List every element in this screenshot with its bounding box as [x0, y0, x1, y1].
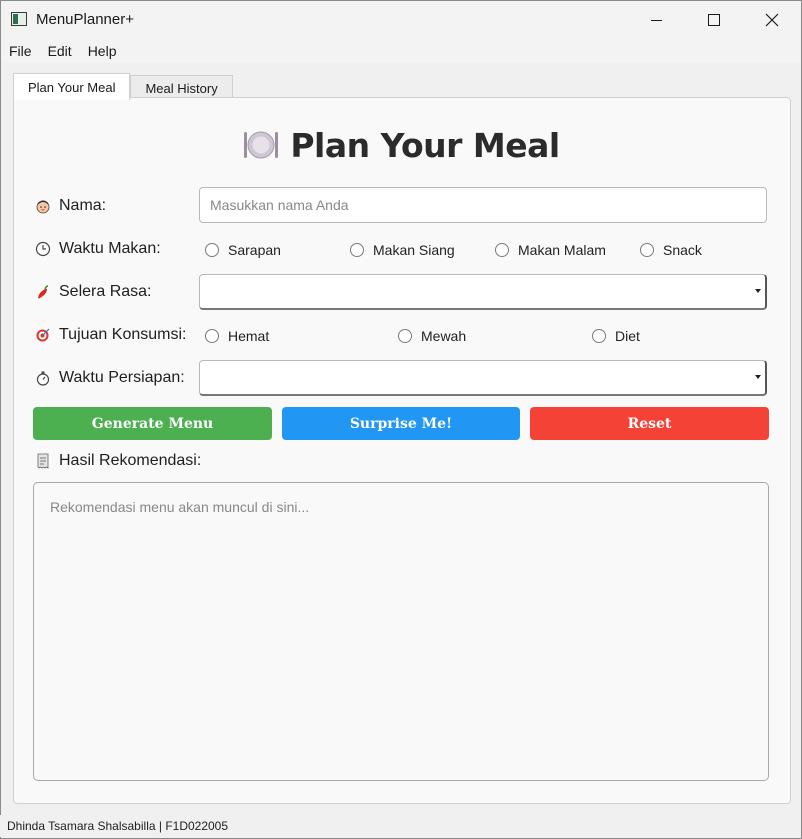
chili-pepper-icon — [35, 284, 51, 300]
page-title: Plan Your Meal — [0, 126, 802, 169]
radio-makan-siang[interactable]: Makan Siang — [350, 242, 455, 258]
radio-mewah[interactable]: Mewah — [398, 328, 466, 344]
maximize-icon — [708, 14, 720, 26]
chevron-down-icon — [755, 375, 761, 379]
waktu-persiapan-label-row: Waktu Persiapan: — [35, 369, 185, 387]
radio-indicator — [350, 243, 364, 257]
chevron-down-icon — [755, 289, 761, 293]
maximize-button[interactable] — [685, 1, 743, 39]
radio-indicator — [398, 329, 412, 343]
tab-bar: Plan Your Meal Meal History — [13, 73, 233, 100]
reset-button[interactable]: Reset — [530, 407, 769, 440]
radio-label: Makan Malam — [518, 242, 606, 258]
minimize-button[interactable] — [627, 1, 685, 39]
radio-label: Sarapan — [228, 242, 281, 258]
hasil-label: Hasil Rekomendasi: — [59, 452, 202, 469]
radio-indicator — [205, 329, 219, 343]
radio-label: Mewah — [421, 328, 467, 344]
selera-rasa-label-row: Selera Rasa: — [35, 283, 152, 301]
tujuan-konsumsi-label: Tujuan Konsumsi: — [59, 326, 187, 343]
status-bar: Dhinda Tsamara Shalsabilla | F1D022005 — [0, 815, 800, 837]
menu-edit[interactable]: Edit — [40, 43, 80, 59]
app-icon — [11, 12, 27, 26]
radio-indicator — [592, 329, 606, 343]
hasil-rekomendasi-textarea[interactable]: Rekomendasi menu akan muncul di sini... — [33, 482, 769, 781]
person-face-icon — [35, 198, 51, 214]
radio-indicator — [205, 243, 219, 257]
menu-file[interactable]: File — [1, 43, 40, 59]
waktu-makan-label-row: Waktu Makan: — [35, 240, 161, 258]
selera-rasa-label: Selera Rasa: — [59, 283, 152, 300]
window-title: MenuPlanner+ — [36, 11, 134, 28]
hasil-label-row: Hasil Rekomendasi: — [35, 452, 201, 470]
nama-label: Nama: — [59, 197, 107, 214]
minimize-icon — [650, 19, 662, 21]
nama-placeholder: Masukkan nama Anda — [210, 197, 349, 213]
radio-label: Snack — [663, 242, 702, 258]
menu-bar: File Edit Help — [1, 39, 801, 63]
plate-cutlery-icon — [242, 129, 280, 169]
radio-indicator — [495, 243, 509, 257]
selera-rasa-select[interactable] — [199, 274, 767, 310]
hasil-placeholder: Rekomendasi menu akan muncul di sini... — [50, 499, 310, 515]
receipt-icon — [35, 453, 51, 469]
radio-indicator — [640, 243, 654, 257]
radio-label: Diet — [615, 328, 640, 344]
title-bar: MenuPlanner+ — [1, 1, 801, 39]
waktu-makan-label: Waktu Makan: — [59, 240, 161, 257]
radio-label: Makan Siang — [373, 242, 455, 258]
radio-snack[interactable]: Snack — [640, 242, 702, 258]
target-icon — [35, 327, 51, 343]
waktu-persiapan-label: Waktu Persiapan: — [59, 369, 185, 386]
surprise-me-button[interactable]: Surprise Me! — [282, 407, 520, 440]
stopwatch-icon — [35, 370, 51, 386]
radio-sarapan[interactable]: Sarapan — [205, 242, 281, 258]
radio-makan-malam[interactable]: Makan Malam — [495, 242, 606, 258]
tab-plan-your-meal[interactable]: Plan Your Meal — [13, 73, 131, 100]
generate-menu-button[interactable]: Generate Menu — [33, 407, 272, 440]
clock-icon — [35, 241, 51, 257]
nama-input[interactable]: Masukkan nama Anda — [199, 187, 767, 223]
close-icon — [765, 13, 779, 27]
radio-hemat[interactable]: Hemat — [205, 328, 269, 344]
radio-label: Hemat — [228, 328, 270, 344]
nama-label-row: Nama: — [35, 197, 106, 215]
menu-help[interactable]: Help — [80, 43, 125, 59]
radio-diet[interactable]: Diet — [592, 328, 640, 344]
close-button[interactable] — [743, 1, 801, 39]
waktu-persiapan-select[interactable] — [199, 360, 767, 396]
status-text: Dhinda Tsamara Shalsabilla | F1D022005 — [7, 819, 229, 833]
page-title-text: Plan Your Meal — [290, 126, 560, 165]
tujuan-konsumsi-label-row: Tujuan Konsumsi: — [35, 326, 186, 344]
